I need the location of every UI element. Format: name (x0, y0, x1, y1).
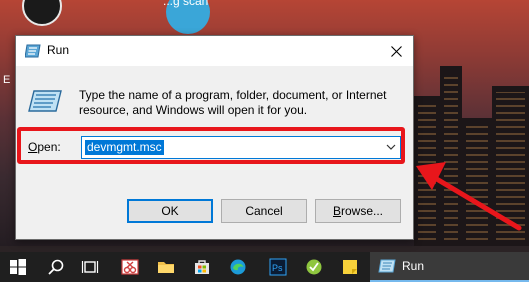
task-view-button[interactable] (74, 252, 106, 282)
svg-text:Ps: Ps (272, 263, 283, 273)
photoshop-button[interactable]: Ps (262, 252, 294, 282)
store-button[interactable] (186, 252, 218, 282)
task-view-icon (81, 261, 99, 273)
start-icon (10, 259, 26, 275)
annotation-highlight-box (17, 127, 405, 164)
sticky-notes-icon (343, 260, 357, 274)
instruction-text: Type the name of a program, folder, docu… (79, 88, 387, 117)
desktop-shortcut-label: E (3, 74, 11, 86)
browse-button[interactable]: Browse... (315, 199, 401, 223)
building (414, 96, 440, 246)
desktop-shortcut-label: ...g scan (163, 0, 209, 8)
taskbar-run-label: Run (402, 259, 425, 273)
edge-button[interactable] (222, 252, 254, 282)
store-icon (195, 260, 209, 274)
window-title: Run (47, 43, 70, 57)
snipping-tool-icon (121, 259, 139, 275)
sticky-notes-button[interactable] (334, 252, 366, 282)
close-icon (390, 45, 402, 57)
run-icon (25, 44, 41, 58)
snipping-tool-button[interactable] (114, 252, 146, 282)
desktop-shortcut-icon[interactable] (22, 0, 62, 26)
cancel-button[interactable]: Cancel (221, 199, 307, 223)
app-icon (306, 259, 322, 275)
file-explorer-icon (158, 262, 174, 273)
building (492, 86, 529, 246)
edge-icon (230, 259, 246, 275)
title-bar[interactable]: Run (16, 36, 413, 66)
start-button[interactable] (2, 252, 34, 282)
run-icon (28, 90, 62, 112)
taskbar-run-button[interactable]: Run (370, 252, 529, 282)
close-button[interactable] (379, 36, 413, 66)
ok-button[interactable]: OK (127, 199, 213, 223)
app-button[interactable] (298, 252, 330, 282)
run-icon (378, 259, 396, 273)
taskbar: Ps Run (0, 252, 529, 282)
building (440, 66, 462, 246)
photoshop-icon: Ps (269, 258, 287, 276)
search-button[interactable] (40, 252, 72, 282)
file-explorer-button[interactable] (150, 252, 182, 282)
search-icon (48, 259, 64, 275)
building (462, 118, 492, 246)
